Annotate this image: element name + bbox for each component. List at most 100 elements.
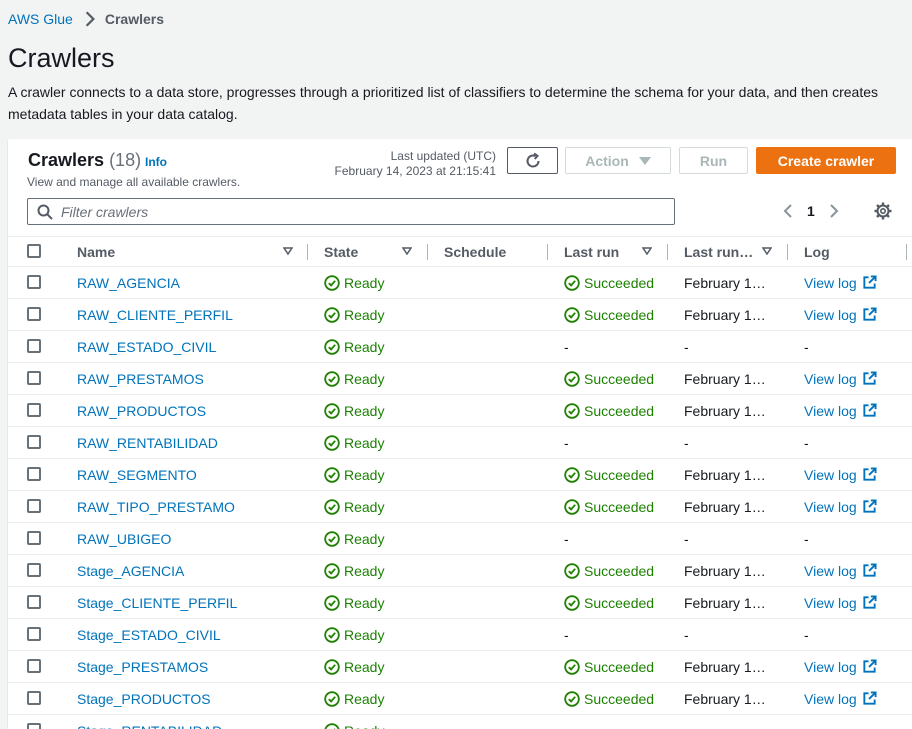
column-header-name[interactable]: Name bbox=[77, 237, 297, 266]
check-circle-icon bbox=[324, 562, 340, 579]
refresh-button[interactable] bbox=[507, 147, 558, 174]
row-checkbox[interactable] bbox=[27, 531, 41, 545]
last-run-timestamp: February 1… bbox=[684, 594, 766, 611]
page-number[interactable]: 1 bbox=[807, 203, 815, 219]
column-header-last-run-timestamp[interactable]: Last run… bbox=[684, 237, 784, 266]
view-log-link[interactable]: View log bbox=[804, 363, 877, 394]
crawler-name-link[interactable]: Stage_RENTABILIDAD bbox=[77, 715, 222, 729]
column-header-state[interactable]: State bbox=[324, 237, 424, 266]
chevron-left-icon[interactable] bbox=[778, 201, 798, 221]
table-row[interactable]: RAW_PRESTAMOS Ready Succeeded February 1… Vi… bbox=[8, 363, 912, 395]
table-row[interactable]: Stage_AGENCIA Ready Succeeded February 1… Vi… bbox=[8, 555, 912, 587]
table-row[interactable]: RAW_UBIGEO Ready - - - bbox=[8, 523, 912, 555]
view-log-link[interactable]: View log bbox=[804, 299, 877, 330]
row-checkbox[interactable] bbox=[27, 723, 41, 729]
crawler-name-link[interactable]: Stage_CLIENTE_PERFIL bbox=[77, 587, 237, 618]
table-row[interactable]: RAW_ESTADO_CIVIL Ready - - - bbox=[8, 331, 912, 363]
row-checkbox[interactable] bbox=[27, 435, 41, 449]
crawler-name-link[interactable]: Stage_PRESTAMOS bbox=[77, 651, 208, 682]
column-divider[interactable] bbox=[427, 244, 428, 260]
gear-icon[interactable] bbox=[874, 202, 892, 220]
panel-title-text: Crawlers bbox=[28, 150, 105, 170]
crawler-name-link[interactable]: Stage_AGENCIA bbox=[77, 555, 184, 586]
row-checkbox[interactable] bbox=[27, 691, 41, 705]
view-log-link[interactable]: View log bbox=[804, 491, 877, 522]
last-run-text: - bbox=[564, 338, 569, 355]
column-divider[interactable] bbox=[787, 244, 788, 260]
log-text: View log bbox=[804, 402, 857, 419]
crawler-name-link[interactable]: RAW_AGENCIA bbox=[77, 267, 180, 298]
state-text: Ready bbox=[344, 562, 385, 579]
select-all-checkbox[interactable] bbox=[27, 244, 41, 258]
sort-caret-icon[interactable] bbox=[642, 247, 652, 255]
log-text: View log bbox=[804, 370, 857, 387]
column-header-schedule[interactable]: Schedule bbox=[444, 237, 544, 266]
filter-crawlers-field[interactable] bbox=[27, 198, 675, 225]
sort-caret-icon[interactable] bbox=[402, 247, 412, 255]
row-checkbox[interactable] bbox=[27, 467, 41, 481]
column-divider[interactable] bbox=[547, 244, 548, 260]
column-divider[interactable] bbox=[906, 244, 907, 260]
state-cell: Ready bbox=[324, 587, 384, 618]
crawler-name-link[interactable]: Stage_PRODUCTOS bbox=[77, 683, 211, 714]
view-log-link[interactable]: View log bbox=[804, 555, 877, 586]
crawler-name-link[interactable]: RAW_CLIENTE_PERFIL bbox=[77, 299, 233, 330]
row-checkbox[interactable] bbox=[27, 563, 41, 577]
view-log-link[interactable]: View log bbox=[804, 459, 877, 490]
crawler-name-link[interactable]: RAW_TIPO_PRESTAMO bbox=[77, 491, 235, 522]
crawler-name-link[interactable]: RAW_RENTABILIDAD bbox=[77, 427, 218, 458]
action-dropdown-button[interactable]: Action bbox=[565, 147, 671, 174]
row-checkbox[interactable] bbox=[27, 595, 41, 609]
table-row[interactable]: RAW_TIPO_PRESTAMO Ready Succeeded February … bbox=[8, 491, 912, 523]
crawler-name-link[interactable]: RAW_PRESTAMOS bbox=[77, 363, 204, 394]
crawler-name-link[interactable]: RAW_UBIGEO bbox=[77, 523, 171, 554]
external-link-icon bbox=[863, 563, 877, 577]
table-row[interactable]: Stage_ESTADO_CIVIL Ready - - - bbox=[8, 619, 912, 651]
row-checkbox[interactable] bbox=[27, 339, 41, 353]
sort-caret-icon[interactable] bbox=[283, 247, 293, 255]
view-log-link[interactable]: View log bbox=[804, 587, 877, 618]
row-checkbox[interactable] bbox=[27, 275, 41, 289]
run-button[interactable]: Run bbox=[679, 147, 748, 174]
row-checkbox[interactable] bbox=[27, 371, 41, 385]
last-run-text: - bbox=[564, 626, 569, 643]
page-description: A crawler connects to a data store, prog… bbox=[8, 84, 878, 122]
table-row[interactable]: RAW_CLIENTE_PERFIL Ready Succeeded February… bbox=[8, 299, 912, 331]
view-log-link[interactable]: View log bbox=[804, 267, 877, 298]
page-title: Crawlers bbox=[8, 43, 115, 73]
table-row[interactable]: RAW_SEGMENTO Ready Succeeded February 1… Vie… bbox=[8, 459, 912, 491]
crawler-name-link[interactable]: Stage_ESTADO_CIVIL bbox=[77, 619, 221, 650]
table-row[interactable]: Stage_PRODUCTOS Ready Succeeded February 1…… bbox=[8, 683, 912, 715]
table-row[interactable]: RAW_AGENCIA Ready Succeeded February 1… View… bbox=[8, 267, 912, 299]
table-row[interactable]: Stage_PRESTAMOS Ready Succeeded February 1…… bbox=[8, 651, 912, 683]
row-checkbox[interactable] bbox=[27, 307, 41, 321]
chevron-right-icon[interactable] bbox=[824, 201, 844, 221]
row-checkbox[interactable] bbox=[27, 627, 41, 641]
last-run-cell: Succeeded bbox=[564, 267, 654, 298]
view-log-link[interactable]: View log bbox=[804, 683, 877, 714]
column-divider[interactable] bbox=[307, 244, 308, 260]
sort-caret-icon[interactable] bbox=[762, 247, 772, 255]
column-divider[interactable] bbox=[667, 244, 668, 260]
table-row[interactable]: RAW_RENTABILIDAD Ready - - - bbox=[8, 427, 912, 459]
table-row[interactable]: Stage_CLIENTE_PERFIL Ready Succeeded Februa… bbox=[8, 587, 912, 619]
row-checkbox[interactable] bbox=[27, 659, 41, 673]
crawler-name-link[interactable]: RAW_SEGMENTO bbox=[77, 459, 197, 490]
breadcrumb-aws-glue-link[interactable]: AWS Glue bbox=[8, 11, 73, 27]
create-crawler-button[interactable]: Create crawler bbox=[756, 147, 896, 174]
check-circle-icon bbox=[324, 722, 340, 729]
filter-crawlers-input[interactable] bbox=[61, 203, 674, 220]
row-checkbox[interactable] bbox=[27, 499, 41, 513]
table-row[interactable]: RAW_PRODUCTOS Ready Succeeded February 1… Vi… bbox=[8, 395, 912, 427]
check-circle-icon bbox=[564, 466, 580, 483]
view-log-link[interactable]: View log bbox=[804, 395, 877, 426]
info-link[interactable]: Info bbox=[145, 155, 167, 169]
column-header-log[interactable]: Log bbox=[804, 237, 894, 266]
row-checkbox[interactable] bbox=[27, 403, 41, 417]
state-text: Ready bbox=[344, 658, 385, 675]
crawler-name-link[interactable]: RAW_ESTADO_CIVIL bbox=[77, 331, 216, 362]
crawler-name-link[interactable]: RAW_PRODUCTOS bbox=[77, 395, 206, 426]
view-log-link[interactable]: View log bbox=[804, 651, 877, 682]
table-row[interactable]: Stage_RENTABILIDAD Ready bbox=[8, 715, 912, 729]
column-header-last-run[interactable]: Last run bbox=[564, 237, 664, 266]
